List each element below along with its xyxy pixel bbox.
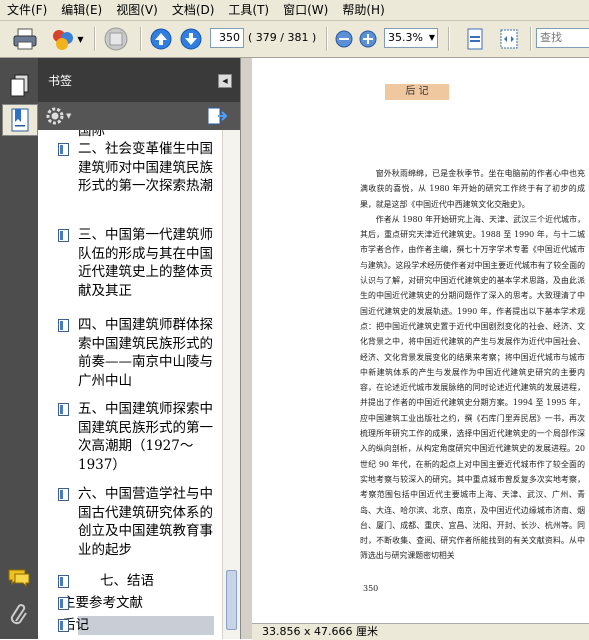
collaborate-icon [53,30,74,50]
bookmark-item[interactable]: 国际 [78,130,218,141]
page-size-label: 33.856 x 47.666 厘米 [262,625,378,638]
paragraph: 窗外秋雨绵绵，已是金秋季节。坐在电脑前的作者心中也充满收获的喜悦，从 1980 … [360,169,585,209]
bookmark-label: 二、社会变革催生中国建筑师对中国建筑民族形式的第一次探索热潮 [78,141,213,195]
bookmarks-toolbar: ▼ [38,102,240,130]
fit-page-icon [467,28,483,50]
bookmark-icon [58,619,69,632]
bookmarks-panel-header: 书签 ◀ [38,58,240,102]
expand-bookmark-button[interactable] [206,106,228,129]
bookmarks-panel-button[interactable] [2,104,38,136]
previous-page-button[interactable] [148,25,174,53]
zoom-out-button[interactable] [334,25,354,53]
page-count-label: ( 379 / 381 ) [248,31,317,44]
toolbar-divider [448,27,450,51]
bookmark-item[interactable]: 四、中国建筑师群体探索中国建筑民族形式的前奏——南京中山陵与广州中山 [58,316,218,390]
document-body: 窗外秋雨绵绵，已是金秋季节。坐在电脑前的作者心中也充满收获的喜悦，从 1980 … [360,166,585,564]
bookmark-item[interactable]: 主要参考文献 [58,594,218,613]
panel-title: 书签 [48,74,73,88]
menu-file[interactable]: 文件(F) [0,0,54,20]
bookmark-label: 六、中国营造学社与中国古代建筑研究体系的创立及中国建筑教育事业的起步 [78,486,213,558]
triangle-left-icon: ◀ [222,76,228,85]
menu-help[interactable]: 帮助(H) [335,0,391,20]
comments-panel-button[interactable] [4,563,34,593]
bookmark-icon [58,143,69,156]
paragraph: 作者从 1980 年开始研究上海、天津、武汉三个近代城市，其后，重点研究天津近代… [360,214,585,561]
menu-bar: 文件(F) 编辑(E) 视图(V) 文档(D) 工具(T) 窗口(W) 帮助(H… [0,0,589,21]
bookmark-icon [58,597,69,610]
arrow-down-icon [180,28,202,50]
collapse-panel-button[interactable]: ◀ [218,74,232,88]
bookmark-item[interactable]: 六、中国营造学社与中国古代建筑研究体系的创立及中国建筑教育事业的起步 [58,485,218,559]
scrollbar-thumb[interactable] [226,570,237,630]
bookmark-label: 五、中国建筑师探索中国建筑民族形式的第一次高潮期（1927～1937） [78,401,213,473]
review-button[interactable] [100,25,132,53]
zoom-select[interactable]: 35.3% ▼ [384,28,438,48]
toolbar: ▼ 350 ( 379 / 381 ) 35.3% ▼ 查找 [0,21,589,58]
page-number: 350 [363,584,379,593]
panel-splitter[interactable] [240,58,252,639]
page-number-input[interactable]: 350 [210,28,244,48]
bookmark-panel-icon [11,108,29,132]
bookmarks-scrollbar[interactable] [222,130,240,639]
chevron-down-icon: ▼ [66,112,72,120]
bookmark-item[interactable]: 五、中国建筑师探索中国建筑民族形式的第一次高潮期（1927～1937） [58,400,218,474]
bookmark-label: 三、中国第一代建筑师队伍的形成与其在中国近代建筑史上的整体贡献及其正 [78,227,213,299]
bookmark-icon [58,403,69,416]
document-heading: 后 记 [405,86,429,97]
printer-icon [13,28,37,50]
review-icon [104,27,128,51]
status-bar: 33.856 x 47.666 厘米 [252,623,589,640]
document-view: 后 记 窗外秋雨绵绵，已是金秋季节。坐在电脑前的作者心中也充满收获的喜悦，从 1… [252,58,589,623]
toolbar-divider [94,27,96,51]
bookmark-label: 四、中国建筑师群体探索中国建筑民族形式的前奏——南京中山陵与广州中山 [78,317,213,389]
collaborate-button[interactable]: ▼ [48,25,86,53]
fit-width-button[interactable] [496,25,522,53]
bookmarks-panel: 书签 ◀ ▼ 国际 二、社会变革催生中国建筑师对中国建筑民族形式的第一次探索热潮 [38,58,240,639]
pages-panel-button[interactable] [4,70,34,100]
pages-icon [10,74,29,97]
bookmark-item-selected[interactable]: 后记 [58,616,214,635]
fit-page-button[interactable] [462,25,488,53]
chevron-down-icon: ▼ [428,33,435,42]
toolbar-divider [326,27,328,51]
zoom-in-icon [359,30,377,48]
zoom-value: 35.3% [388,31,423,44]
zoom-out-icon [335,30,353,48]
bookmark-item[interactable]: 三、中国第一代建筑师队伍的形成与其在中国近代建筑史上的整体贡献及其正 [58,226,218,300]
menu-document[interactable]: 文档(D) [165,0,222,20]
print-button[interactable] [10,25,40,53]
bookmark-icon [58,575,69,588]
attachments-panel-button[interactable] [4,598,34,628]
options-button[interactable]: ▼ [46,107,71,125]
fit-width-icon [500,29,518,49]
bookmark-icon [58,229,69,242]
bookmark-label-partial: 国际 [78,130,105,139]
search-input[interactable]: 查找 [536,28,589,48]
toolbar-divider [140,27,142,51]
bookmark-item[interactable]: 七、结语 [58,572,218,591]
arrow-up-icon [150,28,172,50]
paperclip-icon [10,604,27,625]
zoom-in-button[interactable] [358,25,378,53]
menu-edit[interactable]: 编辑(E) [54,0,109,20]
bookmark-icon [58,319,69,332]
menu-view[interactable]: 视图(V) [109,0,165,20]
next-page-button[interactable] [178,25,204,53]
menu-window[interactable]: 窗口(W) [276,0,335,20]
gear-icon [46,107,64,125]
navigation-pane-buttons [0,58,38,639]
bookmark-label: 七、结语 [100,573,154,589]
bookmark-jump-icon [207,107,228,125]
bookmark-icon [58,488,69,501]
comment-icon [8,569,30,588]
toolbar-divider [530,27,532,51]
menu-tools[interactable]: 工具(T) [221,0,276,20]
bookmark-item[interactable]: 二、社会变革催生中国建筑师对中国建筑民族形式的第一次探索热潮 [58,140,218,196]
bookmark-list: 国际 二、社会变革催生中国建筑师对中国建筑民族形式的第一次探索热潮 三、中国第一… [38,130,222,639]
bookmark-label: 主要参考文献 [62,595,143,611]
chevron-down-icon: ▼ [77,34,84,44]
